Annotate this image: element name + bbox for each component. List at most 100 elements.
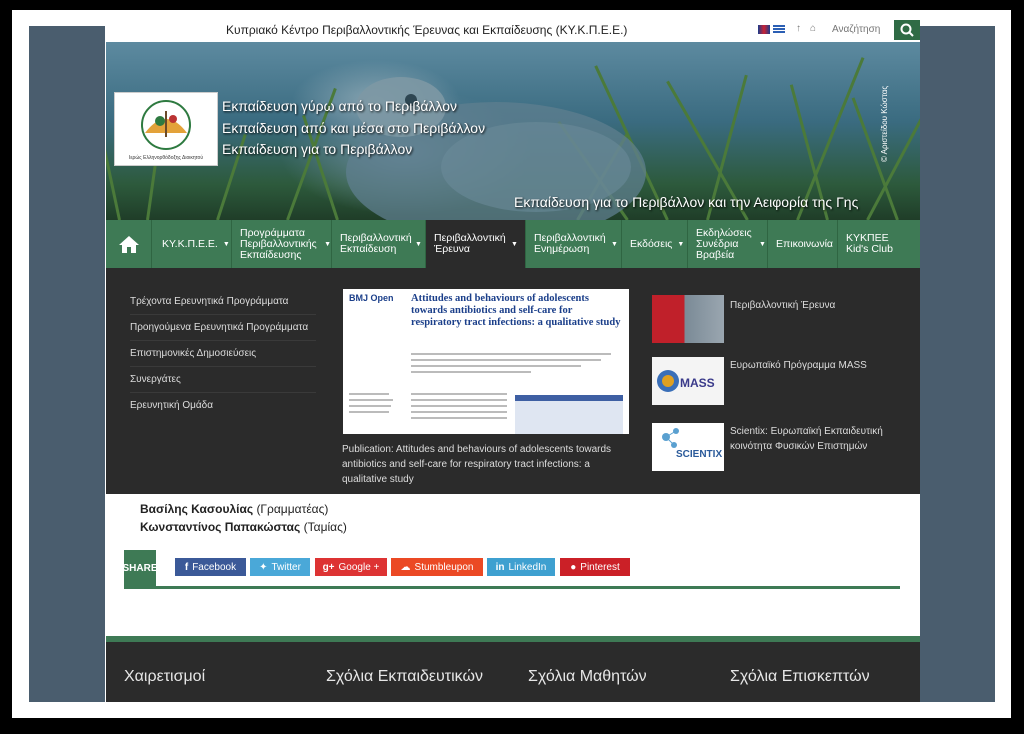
linkedin-label: LinkedIn: [508, 561, 547, 573]
text-line: [411, 405, 507, 407]
strengths-box: [515, 395, 623, 434]
stumbleupon-share-button[interactable]: ☁ Stumbleupon: [391, 558, 483, 576]
pinterest-icon: ●: [570, 561, 577, 573]
main-nav: ΚΥ.Κ.Π.Ε.Ε. ▼ Προγράμματα Περιβαλλοντικής…: [106, 220, 920, 268]
facebook-icon: f: [184, 561, 189, 573]
text-line: [349, 393, 389, 395]
nav-kids-club-label: ΚΥΚΠΕΕ Kid's Club: [846, 232, 893, 255]
nav-events-label: Εκδηλώσεις Συνέδρια Βραβεία: [696, 226, 752, 261]
stumbleupon-label: Stumbleupon: [414, 561, 474, 573]
member-role: (Γραμματέας): [256, 502, 329, 516]
scientix-link[interactable]: Scientix: Ευρωπαϊκή Εκπαιδευτική κοινότη…: [730, 424, 910, 454]
left-background-panel: [29, 26, 105, 702]
footer-heading-greetings: Χαιρετισμοί: [124, 668, 206, 685]
nav-publications[interactable]: Εκδόσεις ▼: [622, 220, 688, 268]
nav-env-research-label: Περιβαλλοντική Έρευνα: [434, 232, 506, 255]
caret-down-icon: ▼: [611, 240, 618, 248]
text-line: [349, 405, 391, 407]
search-input[interactable]: [832, 22, 892, 36]
pinterest-share-button[interactable]: ● Pinterest: [560, 558, 630, 576]
nav-contact-label: Επικοινωνία: [776, 237, 833, 250]
author-line: [411, 353, 611, 355]
caret-down-icon: ▼: [324, 240, 331, 248]
nav-env-education-label: Περιβαλλοντική Εκπαίδευση: [340, 232, 412, 255]
nav-env-education[interactable]: Περιβαλλοντική Εκπαίδευση ▼: [332, 220, 426, 268]
logo-text: Ιερώς Ελληνορθόδοξης Διοικητού: [128, 155, 204, 161]
mass-badge: MASS: [680, 376, 715, 390]
caret-down-icon: ▼: [415, 240, 422, 248]
search-icon: [900, 23, 914, 37]
menu-link-partners[interactable]: Συνεργάτες: [130, 374, 181, 385]
publication-caption[interactable]: Publication: Attitudes and behaviours of…: [342, 442, 612, 487]
nav-kids-club[interactable]: ΚΥΚΠΕΕ Kid's Club: [838, 220, 920, 268]
facebook-label: Facebook: [192, 561, 237, 573]
menu-divider: [130, 366, 316, 367]
tagline-1: Εκπαίδευση γύρω από το Περιβάλλον: [222, 98, 458, 114]
board-member-treasurer: Κωνσταντίνος Παπακώστας (Ταμίας): [140, 520, 347, 534]
author-line: [411, 359, 601, 361]
board-member-secretary: Βασίλης Κασουλίας (Γραμματέας): [140, 502, 328, 516]
mass-program-link[interactable]: Ευρωπαϊκό Πρόγραμμα MASS: [730, 358, 867, 373]
greek-flag-icon[interactable]: [773, 25, 785, 34]
twitter-share-button[interactable]: ✦ Twitter: [250, 558, 310, 576]
footer-heading-teacher-comments: Σχόλια Εκπαιδευτικών: [326, 668, 483, 685]
menu-link-past-projects[interactable]: Προηγούμενα Ερευνητικά Προγράμματα: [130, 322, 308, 333]
text-line: [411, 417, 507, 419]
env-research-link[interactable]: Περιβαλλοντική Έρευνα: [730, 298, 835, 313]
caret-down-icon: ▼: [759, 240, 766, 248]
author-line: [411, 371, 531, 373]
menu-divider: [130, 392, 316, 393]
arrow-up-icon[interactable]: ↑: [796, 23, 801, 34]
web-page: Κυπριακό Κέντρο Περιβαλλοντικής Έρευνας …: [106, 18, 920, 702]
home-icon: [118, 236, 139, 253]
research-mega-menu: Τρέχοντα Ερευνητικά Προγράμματα Προηγούμ…: [106, 268, 920, 494]
nav-env-education-programs[interactable]: Προγράμματα Περιβαλλοντικής Εκπαίδευσης ▼: [232, 220, 332, 268]
menu-link-current-projects[interactable]: Τρέχοντα Ερευνητικά Προγράμματα: [130, 296, 288, 307]
nav-env-information[interactable]: Περιβαλλοντική Ενημέρωση ▼: [526, 220, 622, 268]
text-line: [411, 393, 507, 395]
linkedin-share-button[interactable]: in LinkedIn: [487, 558, 555, 576]
nav-publications-label: Εκδόσεις: [630, 237, 673, 250]
google-plus-share-button[interactable]: g+ Google +: [315, 558, 387, 576]
scientix-thumbnail[interactable]: SCIENTIX: [652, 423, 724, 471]
mass-logo: MASS: [657, 370, 715, 392]
site-title: Κυπριακό Κέντρο Περιβαλλοντικής Έρευνας …: [226, 23, 628, 37]
menu-link-research-team[interactable]: Ερευνητική Ομάδα: [130, 400, 213, 411]
menu-divider: [130, 314, 316, 315]
hero-slogan: Εκπαίδευση για το Περιβάλλον και την Αει…: [514, 194, 859, 210]
facebook-share-button[interactable]: f Facebook: [175, 558, 246, 576]
env-research-thumbnail[interactable]: [652, 295, 724, 343]
publication-image[interactable]: BMJ Open Attitudes and behaviours of ado…: [343, 289, 629, 434]
scientix-badge: SCIENTIX: [676, 449, 722, 460]
footer-heading-visitor-comments: Σχόλια Επισκεπτών: [730, 668, 870, 685]
share-bar: SHARE f Facebook ✦ Twitter g+ Google + ☁ Stu…: [123, 550, 900, 589]
language-switcher: [758, 25, 785, 34]
linkedin-icon: in: [495, 561, 505, 573]
share-label: SHARE: [123, 550, 158, 586]
footer: Χαιρετισμοί Σχόλια Εκπαιδευτικών Σχόλια …: [106, 642, 920, 702]
stumbleupon-icon: ☁: [400, 561, 411, 573]
text-line: [349, 411, 389, 413]
mass-program-thumbnail[interactable]: MASS: [652, 357, 724, 405]
seagrass-blade: [866, 73, 920, 220]
nav-env-research[interactable]: Περιβαλλοντική Έρευνα ▼: [426, 220, 526, 268]
nav-home[interactable]: [106, 220, 152, 268]
search-button[interactable]: [894, 20, 920, 40]
caret-down-icon: ▼: [677, 240, 685, 248]
member-role: (Ταμίας): [303, 520, 347, 534]
right-background-panel: [919, 26, 995, 702]
top-bar: Κυπριακό Κέντρο Περιβαλλοντικής Έρευνας …: [106, 18, 920, 42]
journal-name: BMJ Open: [349, 293, 394, 303]
nav-events[interactable]: Εκδηλώσεις Συνέδρια Βραβεία ▼: [688, 220, 768, 268]
scientix-logo: SCIENTIX: [662, 428, 722, 460]
pinterest-label: Pinterest: [580, 561, 620, 573]
menu-link-publications[interactable]: Επιστημονικές Δημοσιεύσεις: [130, 348, 256, 359]
kykpee-logo[interactable]: Ιερώς Ελληνορθόδοξης Διοικητού: [114, 92, 218, 166]
home-small-icon[interactable]: ⌂: [810, 23, 816, 34]
caret-down-icon: ▼: [511, 240, 518, 248]
member-name: Κωνσταντίνος Παπακώστας: [140, 520, 301, 534]
nav-kykpee-label: ΚΥ.Κ.Π.Ε.Ε.: [162, 237, 218, 250]
nav-contact[interactable]: Επικοινωνία: [768, 220, 838, 268]
uk-flag-icon[interactable]: [758, 25, 770, 34]
nav-kykpee[interactable]: ΚΥ.Κ.Π.Ε.Ε. ▼: [152, 220, 232, 268]
